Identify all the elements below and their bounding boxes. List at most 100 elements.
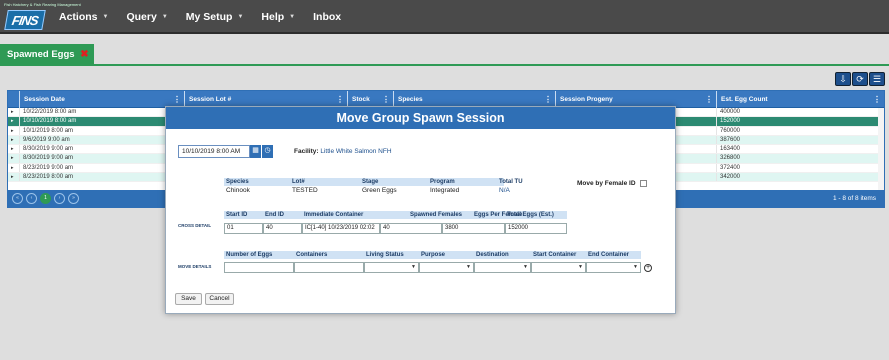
cell-egg-count: 326800 [717, 154, 884, 163]
move-by-female-checkbox[interactable] [640, 180, 647, 187]
add-row-icon[interactable]: + [644, 264, 652, 272]
cell-session-date: 10/10/2019 8:00 am [20, 117, 185, 126]
immediate-container-header: Immediate Container [304, 212, 364, 218]
cell-egg-count: 387600 [717, 135, 884, 145]
chevron-down-icon: ▼ [411, 264, 416, 270]
refresh-icon: ⟳ [856, 74, 864, 84]
cell-egg-count: 152000 [717, 117, 884, 126]
cross-detail-label: CROSS DETAIL [178, 223, 212, 228]
cancel-button[interactable]: Cancel [205, 293, 234, 305]
cell-session-date: 8/23/2019 8:00 am [20, 173, 185, 182]
species-value: Chinook [226, 187, 250, 194]
tab-strip: Spawned Eggs ✖ [0, 44, 889, 66]
cell-session-date: 10/1/2019 8:00 am [20, 126, 185, 135]
col-header-label: Species [398, 96, 423, 103]
col-header-label: Session Progeny [560, 96, 613, 103]
last-page-button[interactable]: » [68, 193, 79, 204]
expand-icon[interactable]: ▸ [8, 135, 20, 145]
end-container-select[interactable]: ▼ [586, 262, 641, 273]
menu-help[interactable]: Help ▼ [252, 11, 304, 23]
cell-session-date: 8/30/2019 9:00 am [20, 154, 185, 163]
total-eggs-header: Total Eggs (Est.) [507, 212, 554, 218]
refresh-button[interactable]: ⟳ [852, 72, 868, 86]
kebab-icon[interactable]: ⋮ [705, 91, 713, 108]
stage-value: Green Eggs [362, 187, 397, 194]
expand-icon[interactable]: ▸ [8, 117, 20, 126]
expand-icon[interactable]: ▸ [8, 163, 20, 173]
facility-value: Little White Salmon NFH [320, 148, 392, 155]
first-page-button[interactable]: « [12, 193, 23, 204]
next-page-button[interactable]: › [54, 193, 65, 204]
chevron-down-icon: ▼ [466, 264, 471, 270]
tab-spawned-eggs[interactable]: Spawned Eggs ✖ [0, 44, 94, 66]
tab-label: Spawned Eggs [7, 49, 75, 60]
prev-page-button[interactable]: ‹ [26, 193, 37, 204]
calendar-icon[interactable]: ▦ [250, 145, 261, 158]
expand-icon[interactable]: ▸ [8, 145, 20, 154]
total-tu-value[interactable]: N/A [499, 187, 510, 194]
spawned-females-header: Spawned Females [410, 212, 463, 218]
start-container-select[interactable]: ▼ [531, 262, 586, 273]
chevron-down-icon: ▼ [523, 264, 528, 270]
expand-icon[interactable]: ▸ [8, 154, 20, 163]
expand-col-header [8, 91, 20, 108]
session-date-input[interactable]: 10/10/2019 8:00 AM [178, 145, 250, 158]
menu-my-setup-label: My Setup [185, 11, 233, 23]
chevron-down-icon: ▼ [161, 14, 168, 20]
col-header-label: Stock [352, 96, 370, 103]
grid-scrollbar[interactable] [878, 108, 884, 191]
end-id-input[interactable]: 40 [263, 223, 302, 234]
start-container-header: Start Container [533, 252, 577, 258]
number-of-eggs-input[interactable] [224, 262, 294, 273]
col-header-session-date[interactable]: Session Date ⋮ [20, 91, 185, 108]
chevron-down-icon: ▼ [102, 14, 109, 20]
total-tu-header: Total TU [499, 179, 523, 185]
chevron-down-icon: ▼ [633, 264, 638, 270]
save-button[interactable]: Save [175, 293, 202, 305]
export-button[interactable]: ⇩ [835, 72, 851, 86]
eggs-per-female-input[interactable]: 3800 [442, 223, 505, 234]
dialog-title: Move Group Spawn Session [166, 107, 675, 129]
cell-egg-count: 163400 [717, 145, 884, 154]
cell-session-date: 8/23/2019 9:00 am [20, 163, 185, 173]
containers-input[interactable] [294, 262, 364, 273]
end-id-header: End ID [265, 212, 284, 218]
close-icon[interactable]: ✖ [80, 49, 88, 60]
destination-header: Destination [476, 252, 509, 258]
pager-info: 1 - 8 of 8 items [833, 195, 876, 202]
number-of-eggs-header: Number of Eggs [226, 252, 273, 258]
stage-header: Stage [362, 179, 379, 185]
purpose-header: Purpose [421, 252, 446, 258]
expand-icon[interactable]: ▸ [8, 108, 20, 117]
menu-query[interactable]: Query ▼ [117, 11, 176, 23]
expand-icon[interactable]: ▸ [8, 173, 20, 182]
total-eggs-input[interactable]: 152000 [505, 223, 567, 234]
app-logo[interactable]: Fish Hatchery & Fish Rearing Management … [4, 2, 81, 32]
living-status-select[interactable]: ▼ [364, 262, 419, 273]
col-header-egg-count[interactable]: Est. Egg Count ⋮ [717, 91, 884, 108]
cell-session-date: 10/22/2019 8:00 am [20, 108, 185, 117]
purpose-select[interactable]: ▼ [419, 262, 474, 273]
start-id-input[interactable]: 01 [224, 223, 263, 234]
cell-session-date: 9/6/2019 9:00 am [20, 135, 185, 145]
logo-mark: FINS [4, 10, 46, 30]
columns-button[interactable]: ☰ [869, 72, 885, 86]
cell-egg-count: 760000 [717, 126, 884, 135]
spawned-females-input[interactable]: 40 [380, 223, 442, 234]
menu-inbox[interactable]: Inbox [304, 11, 350, 23]
kebab-icon[interactable]: ⋮ [873, 91, 881, 108]
end-container-header: End Container [588, 252, 630, 258]
top-nav-bar: Fish Hatchery & Fish Rearing Management … [0, 0, 889, 34]
destination-select[interactable]: ▼ [474, 262, 531, 273]
program-header: Program [430, 179, 455, 185]
menu-query-label: Query [126, 11, 157, 23]
col-header-label: Session Lot # [189, 96, 232, 103]
immediate-container-select[interactable]: IC[1-40] 10/23/2019 02:02 [302, 223, 380, 234]
menu-actions[interactable]: Actions ▼ [50, 11, 117, 23]
menu-my-setup[interactable]: My Setup ▼ [177, 11, 253, 23]
expand-icon[interactable]: ▸ [8, 126, 20, 135]
clock-icon[interactable]: ◷ [262, 145, 273, 158]
species-table-header: Species Lot# Stage Program Total TU [224, 178, 523, 186]
menu-actions-label: Actions [59, 11, 98, 23]
current-page-button[interactable]: 1 [40, 193, 51, 204]
